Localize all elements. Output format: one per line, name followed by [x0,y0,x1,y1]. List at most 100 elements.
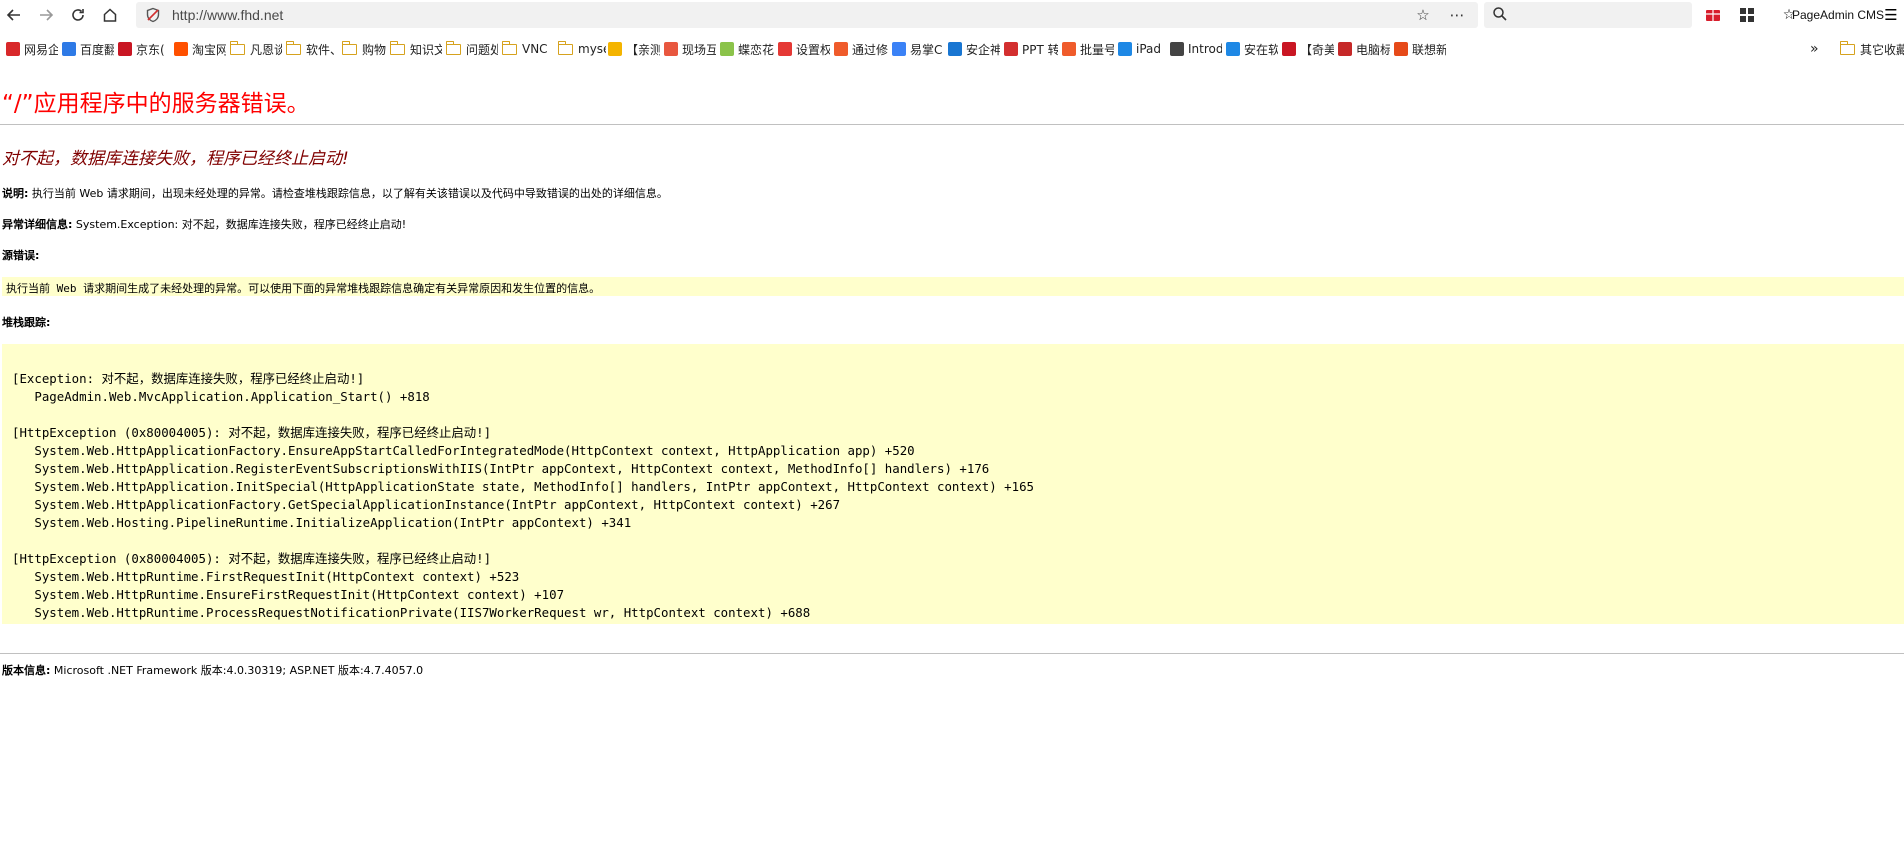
bookmark-label: 易掌C [910,42,943,57]
site-icon [608,42,622,56]
site-icon [1062,42,1076,56]
bookmark-item[interactable]: 现场互 [664,40,716,58]
bookmark-label: 设置权 [796,42,830,57]
bookmark-item[interactable]: 设置权 [778,40,830,58]
home-button[interactable] [98,3,122,27]
netease-icon [6,42,20,56]
arrow-right-icon [40,9,54,21]
source-error-box: 执行当前 Web 请求期间生成了未经处理的异常。可以使用下面的异常堆栈跟踪信息确… [2,277,1904,296]
bookmark-item[interactable]: 【亲测 [608,40,660,58]
version-text: Microsoft .NET Framework 版本:4.0.30319; A… [50,664,424,677]
bookmark-item[interactable]: 问题处 [445,40,498,58]
search-box[interactable] [1484,2,1692,28]
bookmark-label: 百度翻 [80,42,114,57]
insecure-connection-icon[interactable] [144,6,162,24]
bookmark-item[interactable]: 联想新 [1394,40,1446,58]
folder-icon [557,40,573,55]
bookmark-item[interactable]: 知识文 [389,40,442,58]
other-bookmarks-label: 其它收藏 [1860,42,1904,57]
baidu-translate-icon [62,42,76,56]
bookmarks-bar: 网易企 百度翻 京东(淘宝网 凡恩谈 软件、 购物 知识文 问题处 VNC myself 【亲测 现场… [0,34,1904,64]
bookmark-item[interactable]: 批量号 [1062,40,1114,58]
bookmark-item[interactable]: 易掌C [892,40,944,58]
stack-trace-text: [Exception: 对不起，数据库连接失败，程序已经终止启动!] PageA… [12,371,1034,620]
folder-icon [501,40,517,55]
site-icon [1226,42,1240,56]
arrow-left-icon [6,9,20,21]
favorite-star-icon[interactable]: ☆ [1412,4,1434,26]
stack-label: 堆栈跟踪: [2,316,51,329]
bookmark-label: iPad [1136,42,1162,56]
site-icon [948,42,962,56]
url-text[interactable]: http://www.fhd.net [172,7,283,23]
bookmark-item[interactable]: 软件、 [285,40,338,58]
forward-button[interactable] [34,3,58,27]
taobao-icon [174,42,188,56]
bookmark-label: 【奇美 [1300,42,1334,57]
description-label: 说明: [2,187,29,200]
folder-icon [341,40,357,55]
site-icon [664,42,678,56]
search-icon [1492,6,1508,26]
bookmark-item[interactable]: 【奇美 [1282,40,1334,58]
folder-icon [389,40,405,55]
site-icon [834,42,848,56]
version-info-line: 版本信息: Microsoft .NET Framework 版本:4.0.30… [2,662,423,678]
address-bar[interactable]: http://www.fhd.net ☆ ⋯ [136,2,1478,28]
bookmark-item[interactable]: 蝶恋花 [720,40,774,58]
page-title: “/”应用程序中的服务器错误。 [2,91,310,117]
gift-extension-icon[interactable] [1703,5,1723,25]
bookmark-item[interactable]: 凡恩谈 [229,40,282,58]
bookmark-item[interactable]: 京东( [118,40,170,58]
footer-divider [0,653,1904,654]
source-error-line: 源错误: [2,247,39,263]
bookmark-item[interactable]: VNC [501,40,554,58]
bookmark-item[interactable]: 购物 [341,40,386,58]
bookmark-label: 电脑标 [1356,42,1390,57]
bookmark-label: PPT 转 [1022,42,1058,57]
bookmarks-overflow-button[interactable]: » [1810,40,1819,58]
jd-icon [118,42,132,56]
bookmark-item[interactable]: 电脑标 [1338,40,1390,58]
bookmark-label: Introd [1188,42,1222,56]
exception-label: 异常详细信息: [2,218,73,231]
bookmark-item[interactable]: PPT 转 [1004,40,1058,58]
exception-details-line: 异常详细信息: System.Exception: 对不起，数据库连接失败，程序… [2,216,406,232]
source-error-text: 执行当前 Web 请求期间生成了未经处理的异常。可以使用下面的异常堆栈跟踪信息确… [6,282,601,295]
site-icon [1282,42,1296,56]
folder-icon [1839,40,1855,55]
bookmark-label: 蝶恋花 [738,42,774,57]
bookmark-label: VNC [522,42,548,56]
version-label: 版本信息: [2,664,51,677]
site-icon [778,42,792,56]
bookmark-label: 知识文 [410,42,442,57]
reload-icon [72,9,84,21]
bookmark-item[interactable]: 网易企 [6,40,58,58]
bookmark-item[interactable]: myself [557,40,606,58]
bookmark-item[interactable]: 安在软 [1226,40,1278,58]
bookmark-label: 安企神 [966,42,1000,57]
error-subtitle: 对不起，数据库连接失败，程序已经终止启动! [2,149,349,169]
site-icon [1118,42,1132,56]
folder-icon [229,40,245,55]
site-icon [1394,42,1408,56]
folder-icon [445,40,461,55]
pageadmin-extension-label[interactable]: PageAdmin CMS [1792,8,1884,22]
bookmark-item[interactable]: Introd [1170,40,1222,58]
bookmark-label: 安在软 [1244,42,1278,57]
other-bookmarks-folder[interactable]: 其它收藏 [1839,40,1904,58]
bookmark-item[interactable]: 百度翻 [62,40,114,58]
stack-trace-box: [Exception: 对不起，数据库连接失败，程序已经终止启动!] PageA… [2,344,1904,624]
bookmark-item[interactable]: 通过修 [834,40,888,58]
bookmark-item[interactable]: iPad [1118,40,1166,58]
bookmark-label: 通过修 [852,42,888,57]
back-button[interactable] [2,3,26,27]
bookmark-item[interactable]: 淘宝网 [174,40,226,58]
bookmark-item[interactable]: 安企神 [948,40,1000,58]
more-options-icon[interactable]: ⋯ [1446,4,1468,26]
bookmark-label: 网易企 [24,42,58,57]
folder-icon [285,40,301,55]
apps-grid-icon[interactable] [1737,5,1757,25]
bookmark-label: 凡恩谈 [250,42,282,57]
reload-button[interactable] [66,3,90,27]
